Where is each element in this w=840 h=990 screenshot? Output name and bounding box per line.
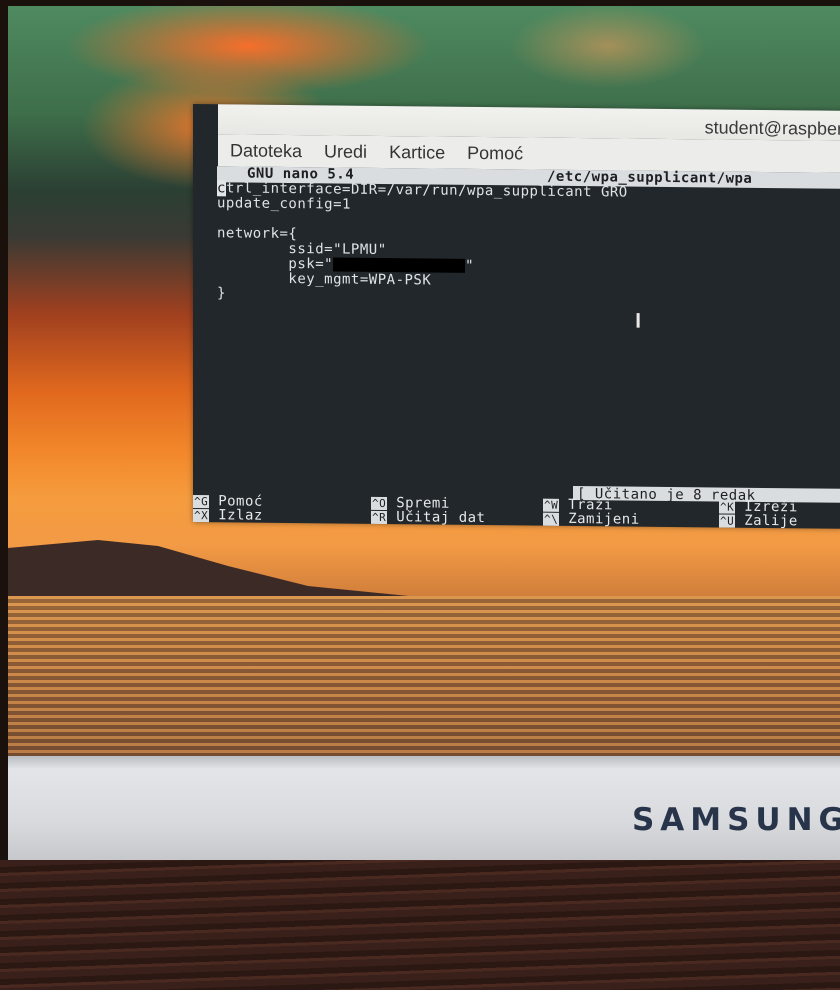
terminal-window[interactable]: student@raspber Datoteka Uredi Kartice P… [193, 104, 840, 529]
ibeam-mouse-cursor-icon: 𝐈 [635, 308, 642, 333]
menu-kartice[interactable]: Kartice [389, 142, 445, 164]
shortcut-key: ^X [193, 509, 210, 523]
shortcut-replace[interactable]: ^\ Zamijeni [543, 510, 640, 528]
monitor-bezel: SAMSUNG [8, 756, 840, 866]
shortcut-key: ^R [371, 510, 388, 525]
menu-datoteka[interactable]: Datoteka [230, 140, 302, 162]
editor-line-2: update_config=1 [217, 195, 351, 213]
wooden-desk [0, 860, 840, 990]
shortcut-exit[interactable]: ^X Izlaz [193, 507, 263, 524]
shortcut-key: ^U [719, 514, 736, 528]
shortcut-read-file[interactable]: ^R Učitaj dat [371, 509, 486, 527]
shortcut-paste[interactable]: ^U Zalije [719, 512, 798, 530]
redacted-password-block [333, 257, 466, 273]
brand-logo: SAMSUNG [631, 802, 840, 838]
shortcut-key: ^K [719, 500, 736, 514]
shortcut-label: Zamijeni [568, 510, 640, 528]
shortcut-key: ^O [371, 496, 388, 511]
shortcut-label: Učitaj dat [396, 509, 486, 527]
window-title: student@raspber [704, 117, 840, 139]
shortcut-key: ^G [193, 495, 210, 509]
shortcut-key: ^W [543, 498, 560, 512]
shortcut-label: Zalije [744, 512, 798, 530]
editor-line-8: } [217, 285, 226, 302]
menu-pomoc[interactable]: Pomoć [467, 142, 523, 164]
terminal-content[interactable]: GNU nano 5.4 /etc/wpa_supplicant/wpa ctr… [193, 166, 840, 529]
shortcut-key: ^\ [543, 512, 560, 526]
shortcut-label: Izlaz [218, 507, 263, 524]
sea-reflection [8, 596, 840, 776]
menu-uredi[interactable]: Uredi [324, 141, 367, 162]
editor-line-7: key_mgmt=WPA-PSK [217, 270, 432, 289]
psk-suffix: " [465, 257, 475, 274]
text-cursor: c [217, 180, 226, 197]
